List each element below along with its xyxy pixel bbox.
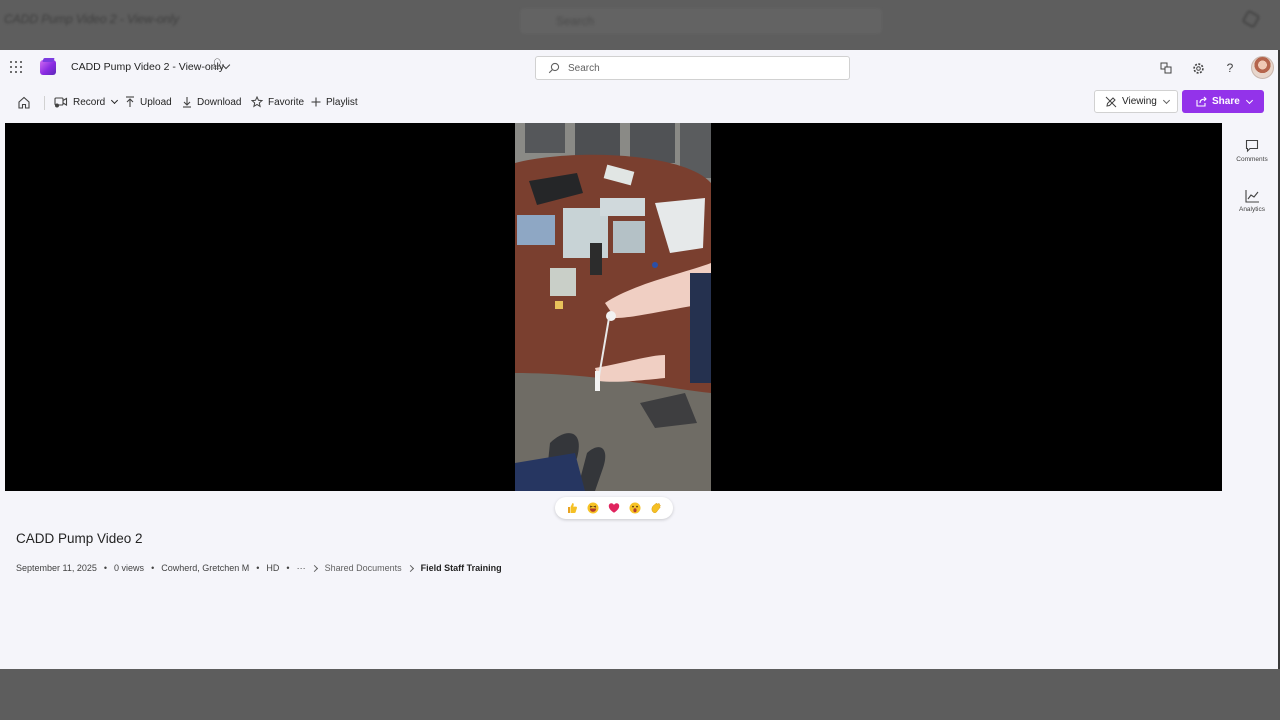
star-icon — [251, 96, 263, 108]
upload-date: September 11, 2025 — [16, 563, 97, 573]
view-count: 0 views — [114, 563, 145, 573]
share-icon — [1196, 96, 1207, 107]
video-frame-image — [515, 123, 711, 491]
laugh-icon[interactable] — [586, 502, 599, 515]
background-search-box: Search — [520, 8, 882, 34]
share-chevron-down-icon — [1245, 96, 1253, 104]
separator-dot: • — [256, 563, 260, 573]
bottom-background — [0, 669, 1280, 720]
separator-dot: • — [151, 563, 155, 573]
home-icon — [18, 96, 30, 109]
separator-dot: • — [103, 563, 108, 573]
record-label: Record — [73, 96, 106, 108]
toolbar-divider — [44, 96, 45, 110]
favorite-button[interactable]: Favorite — [251, 94, 304, 110]
separator-dot: • — [286, 563, 290, 573]
background-window-bar: CADD Pump Video 2 - View-only Search — [0, 0, 1280, 50]
comments-button[interactable]: Comments — [1232, 139, 1272, 163]
clap-icon[interactable] — [650, 502, 663, 515]
analytics-label: Analytics — [1238, 206, 1265, 213]
share-label: Share — [1212, 96, 1240, 107]
breadcrumb-shared-documents[interactable]: Shared Documents — [325, 563, 402, 573]
background-search-text: Search — [556, 14, 595, 28]
upload-icon — [126, 96, 134, 107]
pencil-off-icon — [1105, 96, 1117, 107]
owner-name[interactable]: Cowherd, Gretchen M — [161, 563, 249, 573]
search-placeholder: Search — [568, 63, 600, 74]
help-icon[interactable]: ? — [1222, 60, 1238, 76]
upload-label: Upload — [140, 96, 172, 108]
breadcrumb-chevron-icon — [310, 564, 318, 572]
video-metadata-row: September 11, 2025 • 0 views • Cowherd, … — [16, 561, 502, 575]
record-button[interactable]: Record — [54, 94, 119, 110]
playlist-label: Playlist — [326, 96, 358, 108]
comments-label: Comments — [1236, 156, 1268, 163]
background-window-title: CADD Pump Video 2 - View-only — [4, 12, 179, 26]
search-icon — [548, 62, 560, 74]
reactions-bar — [555, 497, 673, 519]
viewing-label: Viewing — [1122, 96, 1157, 107]
upload-button[interactable]: Upload — [125, 94, 172, 110]
viewing-chevron-down-icon — [1162, 96, 1170, 104]
breadcrumb-more-button[interactable]: ··· — [297, 563, 306, 573]
stream-app-window: CADD Pump Video 2 - View-only 👤︎ Search … — [0, 50, 1280, 669]
video-title: CADD Pump Video 2 — [16, 531, 143, 546]
analytics-chart-icon — [1244, 190, 1259, 203]
stream-logo-icon — [40, 60, 56, 75]
quality-badge: HD — [266, 563, 280, 573]
video-frame[interactable] — [515, 123, 711, 491]
download-label: Download — [197, 96, 242, 108]
record-chevron-down-icon — [111, 96, 119, 105]
surprised-icon[interactable] — [629, 502, 642, 515]
translate-icon[interactable] — [1158, 60, 1174, 76]
video-player[interactable] — [5, 123, 1222, 491]
home-button[interactable] — [17, 94, 31, 110]
playlist-button[interactable]: Playlist — [311, 94, 358, 110]
favorite-label: Favorite — [268, 96, 305, 108]
document-title[interactable]: CADD Pump Video 2 - View-only — [71, 61, 224, 73]
settings-gear-icon[interactable] — [1190, 60, 1206, 76]
download-icon — [183, 97, 191, 108]
search-input[interactable]: Search — [535, 56, 850, 80]
command-bar: Record Upload Download Favorite Playlist — [0, 88, 1278, 116]
app-launcher-icon[interactable] — [10, 61, 22, 73]
top-bar: CADD Pump Video 2 - View-only 👤︎ Search … — [0, 50, 1278, 86]
thumbs-up-icon[interactable] — [565, 502, 578, 515]
breadcrumb-chevron-icon — [406, 564, 414, 572]
user-avatar[interactable] — [1251, 56, 1274, 79]
background-icon — [1241, 9, 1261, 29]
download-button[interactable]: Download — [182, 94, 241, 110]
plus-icon — [311, 97, 321, 107]
share-button[interactable]: Share — [1182, 90, 1264, 113]
heart-icon[interactable] — [607, 502, 620, 515]
breadcrumb-field-staff-training[interactable]: Field Staff Training — [421, 563, 502, 573]
viewing-mode-button[interactable]: Viewing — [1094, 90, 1178, 113]
analytics-button[interactable]: Analytics — [1232, 189, 1272, 213]
comment-icon — [1245, 139, 1259, 153]
record-camera-icon — [54, 97, 68, 108]
